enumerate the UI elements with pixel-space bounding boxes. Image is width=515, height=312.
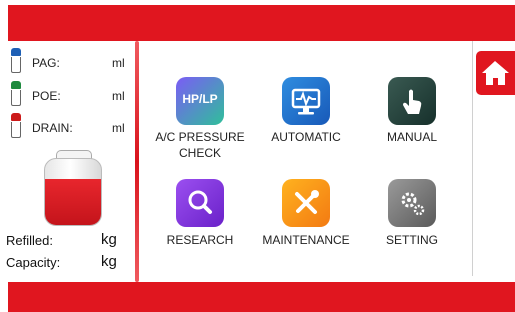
ac-pressure-check-label: A/C PRESSURE CHECK (155, 130, 245, 160)
monitor-icon (282, 77, 330, 125)
drain-bottle-icon (10, 113, 22, 139)
fluid-row-pag: PAG: ml (10, 48, 130, 76)
pag-label: PAG: (32, 56, 60, 70)
maintenance-label: MAINTENANCE (262, 233, 350, 247)
tools-icon (282, 179, 330, 227)
poe-unit: ml (112, 89, 125, 103)
poe-bottle-icon (10, 81, 22, 107)
fluid-row-poe: POE: ml (10, 81, 130, 109)
pag-unit: ml (112, 56, 125, 70)
research-label: RESEARCH (166, 233, 234, 247)
fluid-row-drain: DRAIN: ml (10, 113, 130, 141)
gears-icon (388, 179, 436, 227)
pag-bottle-icon (10, 48, 22, 74)
refrigerant-tank-icon (44, 150, 102, 226)
capacity-label: Capacity: (6, 255, 61, 270)
setting-label: SETTING (385, 233, 438, 247)
capacity-unit: kg (101, 253, 117, 270)
refilled-label: Refilled: (6, 233, 53, 248)
automatic-label: AUTOMATIC (271, 130, 341, 144)
drain-unit: ml (112, 121, 125, 135)
refilled-unit: kg (101, 231, 117, 248)
home-icon (482, 61, 509, 85)
manual-label: MANUAL (386, 130, 437, 144)
home-button[interactable] (476, 51, 515, 95)
hp-lp-icon: HP/LP (176, 77, 224, 125)
bottom-bar (8, 282, 515, 312)
poe-label: POE: (32, 89, 61, 103)
drain-label: DRAIN: (32, 121, 73, 135)
top-bar (8, 5, 515, 41)
magnifier-icon (176, 179, 224, 227)
hand-pointer-icon (388, 77, 436, 125)
panel-divider (135, 41, 139, 282)
right-divider (472, 41, 473, 276)
